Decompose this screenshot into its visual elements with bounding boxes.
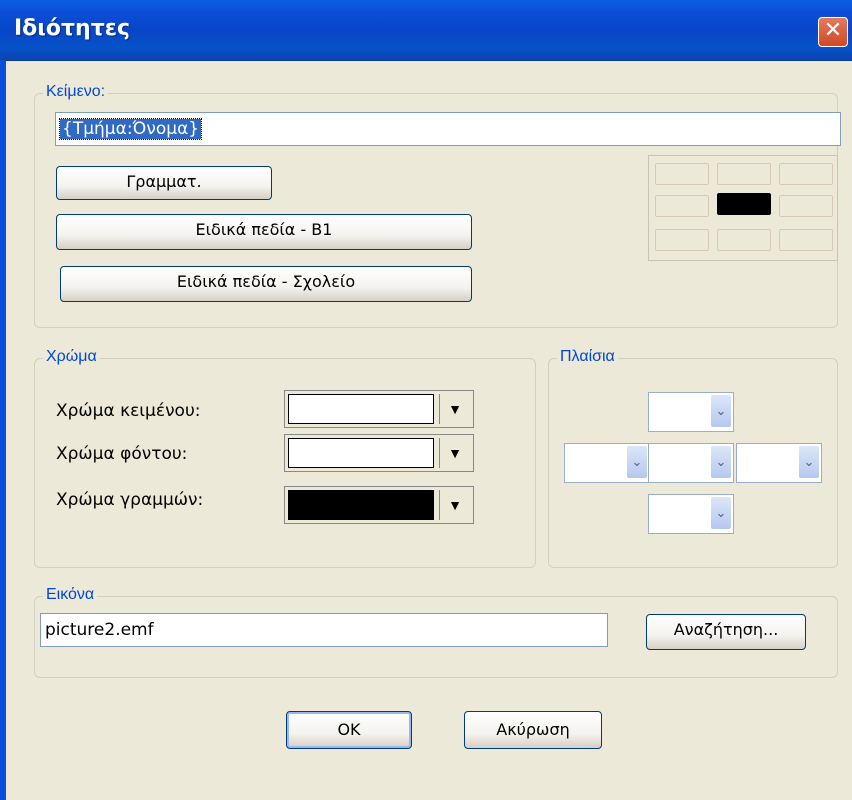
text-color-label: Χρώμα κειμένου: <box>56 401 201 421</box>
line-color-picker[interactable]: ▼ <box>284 486 474 524</box>
special-fields-b1-button[interactable]: Ειδικά πεδία - B1 <box>56 214 472 250</box>
chevron-down-icon: ⌄ <box>711 497 731 529</box>
image-path-value: picture2.emf <box>45 620 154 640</box>
ok-button[interactable]: OK <box>286 711 412 749</box>
special-fields-school-button[interactable]: Ειδικά πεδία - Σχολείο <box>60 266 472 302</box>
text-color-picker[interactable]: ▼ <box>284 390 474 428</box>
background-color-picker[interactable]: ▼ <box>284 434 474 472</box>
align-bottom-center[interactable] <box>717 229 771 251</box>
align-top-right[interactable] <box>779 163 833 185</box>
line-color-swatch <box>288 490 434 520</box>
align-middle-left[interactable] <box>655 195 709 217</box>
chevron-down-icon: ⌄ <box>627 446 647 478</box>
border-top-dropdown[interactable]: ⌄ <box>648 392 734 432</box>
align-top-center[interactable] <box>717 163 771 185</box>
background-color-swatch <box>288 438 434 468</box>
image-group-legend: Εικόνα <box>43 586 98 604</box>
title-bar[interactable]: Ιδιότητες ✕ <box>0 0 852 61</box>
background-color-label: Χρώμα φόντου: <box>56 444 188 464</box>
text-field[interactable]: {Τμήμα:Όνομα} <box>55 112 841 146</box>
line-color-label: Χρώμα γραμμών: <box>56 490 204 510</box>
text-color-swatch <box>288 394 434 424</box>
borders-group-legend: Πλαίσια <box>557 348 618 366</box>
chevron-down-icon: ⌄ <box>711 446 731 478</box>
chevron-down-icon[interactable]: ▼ <box>439 490 470 520</box>
align-bottom-right[interactable] <box>779 229 833 251</box>
close-button[interactable]: ✕ <box>818 17 848 47</box>
color-group-legend: Χρώμα <box>43 348 100 366</box>
border-bottom-dropdown[interactable]: ⌄ <box>648 494 734 534</box>
chevron-down-icon: ⌄ <box>711 395 731 427</box>
align-middle-center[interactable] <box>717 193 771 215</box>
chevron-down-icon[interactable]: ▼ <box>439 438 470 468</box>
font-button[interactable]: Γραμματ. <box>56 166 272 200</box>
chevron-down-icon[interactable]: ▼ <box>439 394 470 424</box>
align-bottom-left[interactable] <box>655 229 709 251</box>
alignment-grid <box>648 155 838 261</box>
properties-dialog: Ιδιότητες ✕ Κείμενο: {Τμήμα:Όνομα} Γραμμ… <box>0 0 852 800</box>
border-right-dropdown[interactable]: ⌄ <box>736 443 822 483</box>
cancel-button[interactable]: Ακύρωση <box>464 711 602 749</box>
border-left-dropdown[interactable]: ⌄ <box>564 443 650 483</box>
image-path-field[interactable]: picture2.emf <box>40 613 608 647</box>
window-left-border <box>0 60 6 800</box>
chevron-down-icon: ⌄ <box>799 446 819 478</box>
border-inner-dropdown[interactable]: ⌄ <box>648 443 734 483</box>
close-icon: ✕ <box>823 18 843 43</box>
text-field-value: {Τμήμα:Όνομα} <box>58 118 203 140</box>
align-middle-right[interactable] <box>779 195 833 217</box>
text-group-legend: Κείμενο: <box>43 83 109 101</box>
browse-button[interactable]: Αναζήτηση... <box>646 614 806 650</box>
align-top-left[interactable] <box>655 163 709 185</box>
window-title: Ιδιότητες <box>14 16 131 41</box>
